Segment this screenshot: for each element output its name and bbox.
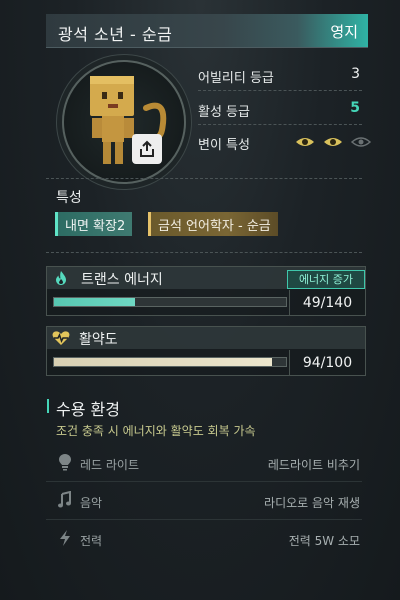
- section-divider: [46, 178, 362, 179]
- ability-grade-value: 3: [351, 66, 360, 82]
- share-button[interactable]: [132, 134, 162, 164]
- lightning-icon: [60, 530, 70, 546]
- vitality-label: 활약도: [79, 332, 118, 348]
- env-row-red-light-label: 레드 라이트: [80, 458, 140, 472]
- lightbulb-icon: [59, 454, 71, 471]
- title-bar: 광석 소년 - 순금 영지: [46, 14, 368, 48]
- music-note-icon: [58, 491, 71, 508]
- row-divider: [46, 519, 362, 520]
- stat-divider: [198, 90, 362, 91]
- stat-divider: [198, 124, 362, 125]
- section-divider: [46, 252, 362, 253]
- vitality-bar: [53, 357, 287, 367]
- heartbeat-icon: [52, 331, 70, 345]
- row-divider: [46, 481, 362, 482]
- trait-chip-metal-linguist[interactable]: 금석 언어학자 - 순금: [148, 212, 278, 236]
- character-portrait: [62, 60, 186, 184]
- mutation-trait-label: 변이 특성: [198, 138, 250, 153]
- active-grade-label: 활성 등급: [198, 105, 250, 120]
- vitality-bar-fill: [54, 358, 273, 366]
- flame-icon: [56, 271, 66, 285]
- active-grade-value: 5: [350, 100, 360, 116]
- energy-boost-button[interactable]: 에너지 증가: [287, 270, 365, 289]
- env-row-power-value: 전력 5W 소모: [288, 534, 360, 548]
- trans-energy-panel: 트랜스 에너지 에너지 증가 49/140: [46, 266, 366, 316]
- trans-energy-value: 49/140: [289, 290, 365, 315]
- mutation-trait-indicators[interactable]: [292, 134, 372, 150]
- ability-grade-label: 어빌리티 등급: [198, 71, 274, 86]
- trans-energy-bar-fill: [54, 298, 136, 306]
- eye-icon-active: [324, 138, 343, 146]
- env-row-red-light-value: 레드라이트 비추기: [267, 458, 360, 472]
- location-tag[interactable]: 영지: [330, 21, 358, 42]
- env-row-power-label: 전력: [80, 534, 103, 548]
- section-accent-bar: [47, 399, 49, 413]
- trans-energy-label: 트랜스 에너지: [81, 272, 163, 288]
- vitality-panel: 활약도 94/100: [46, 326, 366, 376]
- vitality-value: 94/100: [289, 350, 365, 375]
- trans-energy-bar: [53, 297, 287, 307]
- eye-icon-inactive: [351, 137, 372, 147]
- env-row-music-label: 음악: [80, 496, 103, 510]
- trait-chip-inner-expansion[interactable]: 내면 확장2: [55, 212, 133, 236]
- env-row-music-value: 라디오로 음악 재생: [264, 496, 360, 510]
- traits-label: 특성: [56, 190, 82, 206]
- eye-icon-active: [296, 138, 314, 146]
- character-name: 광석 소년 - 순금: [58, 25, 173, 44]
- share-icon: [140, 140, 154, 157]
- environment-title: 수용 환경: [56, 400, 120, 419]
- environment-subtitle: 조건 충족 시 에너지와 활약도 회복 가속: [56, 424, 256, 438]
